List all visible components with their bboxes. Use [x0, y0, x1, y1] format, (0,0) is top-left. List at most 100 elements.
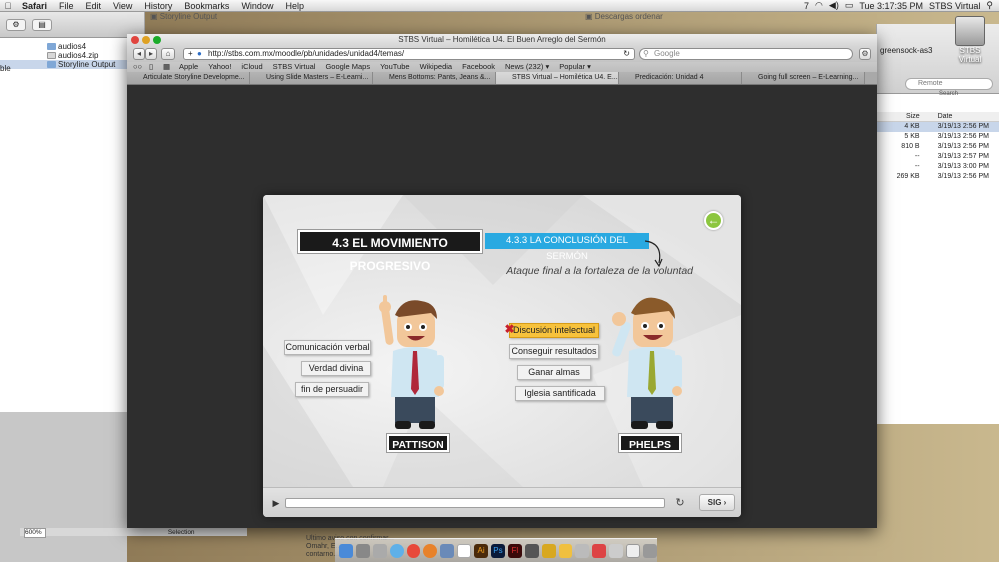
column-header-size[interactable]: Size [877, 112, 924, 121]
spotlight-icon[interactable]: ⚲ [986, 0, 993, 11]
safari-dock-icon[interactable] [389, 543, 404, 558]
wifi-icon[interactable]: ◠ [815, 0, 823, 11]
volume-icon[interactable]: ◀) [829, 0, 839, 11]
launchpad-dock-icon[interactable] [355, 543, 370, 558]
option-comunicacion-verbal[interactable]: Comunicación verbal [284, 340, 371, 355]
menu-window[interactable]: Window [235, 1, 279, 11]
cell-size: 810 B [901, 143, 920, 150]
tab-bar: Articulate Storyline Developme... Using … [127, 72, 877, 85]
app-dock-icon[interactable] [592, 543, 607, 558]
replay-icon[interactable]: ↻ [673, 496, 687, 510]
column-header-date[interactable]: Date [924, 112, 999, 121]
bookmark-apple[interactable]: Apple [179, 62, 198, 72]
menu-file[interactable]: File [53, 1, 80, 11]
bookmark-youtube[interactable]: YouTube [380, 62, 409, 72]
bookmark-stbs-virtual[interactable]: STBS Virtual [273, 62, 316, 72]
apple-menu-icon[interactable]:  [0, 1, 16, 11]
menu-bookmarks[interactable]: Bookmarks [178, 1, 235, 11]
flash-dock-icon[interactable]: Fl [507, 543, 522, 558]
adobe-status-icon[interactable]: 7 [804, 1, 809, 11]
bookmark-news[interactable]: News (232) ▾ [505, 62, 549, 72]
photoshop-dock-icon[interactable]: Ps [491, 543, 505, 558]
preview-dock-icon[interactable] [575, 543, 590, 558]
tab-mens-bottoms[interactable]: Mens Bottoms: Pants, Jeans &... [373, 72, 496, 84]
tab-storyline-developer[interactable]: Articulate Storyline Developme... [127, 72, 250, 84]
illustrator-dock-icon[interactable]: Ai [474, 543, 489, 558]
option-fin-de-persuadir[interactable]: fin de persuadir [295, 382, 369, 397]
tab-predicacion[interactable]: Predicación: Unidad 4 [619, 72, 742, 84]
tab-slide-masters[interactable]: Using Slide Masters – E-Learni... [250, 72, 373, 84]
desktop-drive[interactable]: STBS Virtual [950, 16, 990, 64]
finder-search-input[interactable]: Remote [905, 78, 993, 90]
app-dock-icon[interactable] [541, 543, 556, 558]
reading-list-icon[interactable]: ○○ [133, 62, 142, 72]
phelps-character [612, 297, 682, 429]
bookmark-wikipedia[interactable]: Wikipedia [420, 62, 453, 72]
menu-help[interactable]: Help [279, 1, 310, 11]
finder-dock-icon[interactable] [339, 543, 353, 558]
calendar-dock-icon[interactable] [457, 543, 472, 558]
firefox-dock-icon[interactable] [423, 543, 438, 558]
menu-safari[interactable]: Safari [16, 1, 53, 11]
downloads-stack-icon[interactable] [626, 543, 641, 558]
browser-toolbar: ◂ ▸ ⌂ + ● http://stbs.com.mx/moodle/pb/u… [127, 46, 877, 62]
view-options-icon[interactable]: ▤ [32, 18, 52, 31]
address-bar[interactable]: + ● http://stbs.com.mx/moodle/pb/unidade… [183, 48, 635, 60]
menubar-user[interactable]: STBS Virtual [929, 1, 980, 11]
list-item[interactable]: Storyline Output [0, 60, 144, 69]
bookmark-facebook[interactable]: Facebook [462, 62, 495, 72]
finder-item-greensock[interactable]: greensock-as3 [880, 46, 932, 55]
battery-icon[interactable]: ▭ [845, 0, 854, 11]
table-row[interactable]: 810 B 3/19/13 2:56 PM [877, 142, 999, 152]
tab-stbs-virtual[interactable]: STBS Virtual – Homilética U4. E... [496, 72, 619, 84]
option-iglesia-santificada[interactable]: Iglesia santificada [515, 386, 605, 401]
table-row[interactable]: -- 3/19/13 2:57 PM [877, 152, 999, 162]
notes-dock-icon[interactable] [558, 543, 573, 558]
trash-icon[interactable] [643, 543, 657, 558]
back-arrow-icon[interactable]: ◂ [133, 48, 145, 60]
close-icon[interactable] [131, 36, 139, 44]
gear-icon[interactable]: ⚙ [6, 18, 26, 31]
terminal-dock-icon[interactable] [524, 543, 539, 558]
menubar-clock[interactable]: Tue 3:17:35 PM [859, 1, 923, 11]
mail-dock-icon[interactable] [440, 543, 455, 558]
documents-stack-icon[interactable] [609, 543, 624, 558]
zoom-field[interactable]: 600% [24, 528, 46, 538]
option-verdad-divina[interactable]: Verdad divina [301, 361, 371, 376]
bookmark-icloud[interactable]: iCloud [241, 62, 262, 72]
bookmark-popular[interactable]: Popular ▾ [559, 62, 591, 72]
settings-icon[interactable]: ⚙ [859, 48, 871, 60]
seekbar[interactable] [285, 498, 665, 508]
menu-history[interactable]: History [138, 1, 178, 11]
add-bookmark-icon[interactable]: + [188, 49, 193, 59]
home-icon[interactable]: ⌂ [161, 48, 175, 60]
bookmarks-book-icon[interactable]: ▯ [149, 62, 153, 72]
list-item[interactable]: audios4 [0, 42, 144, 51]
option-conseguir-resultados[interactable]: Conseguir resultados [509, 344, 599, 359]
next-button[interactable]: SIG › [699, 494, 735, 511]
option-ganar-almas[interactable]: Ganar almas [517, 365, 591, 380]
play-icon[interactable]: ▶ [269, 497, 283, 509]
list-item[interactable]: audios4.zip [0, 51, 144, 60]
google-search-input[interactable]: ⚲ Google [639, 48, 853, 60]
chrome-dock-icon[interactable] [406, 543, 421, 558]
bookmark-yahoo[interactable]: Yahoo! [208, 62, 231, 72]
top-sites-icon[interactable]: ▦ [163, 62, 170, 72]
forward-arrow-icon[interactable]: ▸ [145, 48, 157, 60]
cell-size: -- [914, 163, 920, 170]
tab-going-full-screen[interactable]: Going full screen – E-Learning... [742, 72, 865, 84]
minimize-icon[interactable] [142, 36, 150, 44]
table-row[interactable]: 5 KB 3/19/13 2:56 PM [877, 132, 999, 142]
mission-control-dock-icon[interactable] [372, 543, 387, 558]
search-label: Search [939, 91, 959, 97]
menu-view[interactable]: View [107, 1, 138, 11]
table-row[interactable]: -- 3/19/13 3:00 PM [877, 162, 999, 172]
zoom-icon[interactable] [153, 36, 161, 44]
bookmark-google-maps[interactable]: Google Maps [325, 62, 370, 72]
reload-icon[interactable]: ↻ [623, 49, 630, 59]
menu-edit[interactable]: Edit [80, 1, 108, 11]
table-row[interactable]: 4 KB 3/19/13 2:56 PM [877, 122, 999, 132]
table-row[interactable]: 269 KB 3/19/13 2:56 PM [877, 172, 999, 182]
back-arrow-button[interactable]: ← [704, 211, 723, 230]
option-discusion-intelectual[interactable]: ✖ Discusión intelectual [504, 323, 599, 338]
